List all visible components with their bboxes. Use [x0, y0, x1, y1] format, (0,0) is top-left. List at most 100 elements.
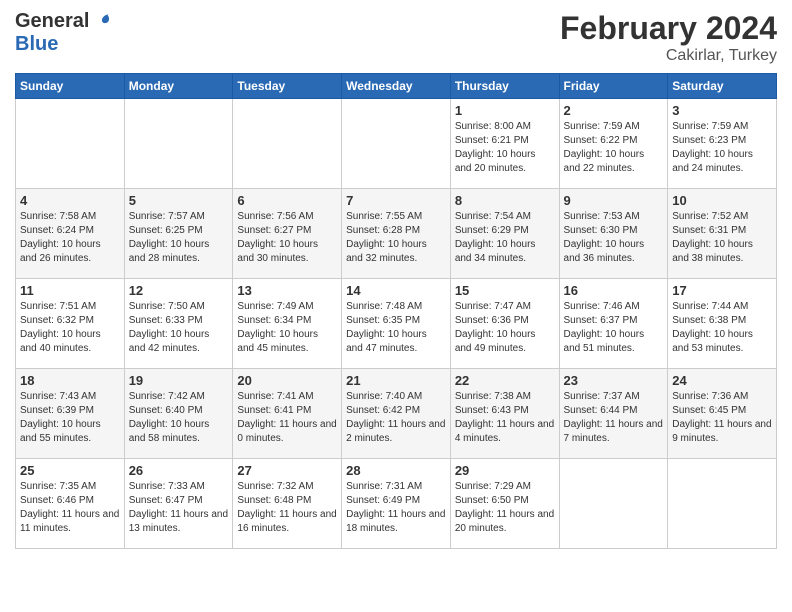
day-info: Sunrise: 7:38 AM Sunset: 6:43 PM Dayligh…	[455, 390, 555, 446]
table-row: 3 Sunrise: 7:59 AM Sunset: 6:23 PM Daylig…	[668, 99, 777, 189]
day-info: Sunrise: 7:59 AM Sunset: 6:23 PM Dayligh…	[672, 120, 772, 176]
calendar-table: Sunday Monday Tuesday Wednesday Thursday…	[15, 73, 777, 549]
table-row	[342, 99, 451, 189]
calendar-week-row: 25 Sunrise: 7:35 AM Sunset: 6:46 PM Dayli…	[16, 459, 777, 549]
table-row: 27 Sunrise: 7:32 AM Sunset: 6:48 PM Dayli…	[233, 459, 342, 549]
day-info: Sunrise: 7:33 AM Sunset: 6:47 PM Dayligh…	[129, 480, 229, 536]
logo-general-text: General	[15, 10, 89, 33]
day-number: 18	[20, 373, 120, 388]
day-number: 19	[129, 373, 229, 388]
table-row: 19 Sunrise: 7:42 AM Sunset: 6:40 PM Dayli…	[124, 369, 233, 459]
day-info: Sunrise: 7:43 AM Sunset: 6:39 PM Dayligh…	[20, 390, 120, 446]
table-row: 9Sunrise: 7:53 AM Sunset: 6:30 PM Daylig…	[559, 189, 668, 279]
day-number: 16	[564, 283, 664, 298]
location-subtitle: Cakirlar, Turkey	[560, 47, 777, 65]
table-row: 6Sunrise: 7:56 AM Sunset: 6:27 PM Daylig…	[233, 189, 342, 279]
table-row: 18 Sunrise: 7:43 AM Sunset: 6:39 PM Dayli…	[16, 369, 125, 459]
table-row: 26Sunrise: 7:33 AM Sunset: 6:47 PM Dayli…	[124, 459, 233, 549]
header-thursday: Thursday	[450, 74, 559, 99]
day-number: 1	[455, 103, 555, 118]
day-info: Sunrise: 7:46 AM Sunset: 6:37 PM Dayligh…	[564, 300, 664, 356]
table-row: 22Sunrise: 7:38 AM Sunset: 6:43 PM Dayli…	[450, 369, 559, 459]
table-row: 4 Sunrise: 7:58 AM Sunset: 6:24 PM Daylig…	[16, 189, 125, 279]
day-info: Sunrise: 7:49 AM Sunset: 6:34 PM Dayligh…	[237, 300, 337, 356]
calendar-header: Sunday Monday Tuesday Wednesday Thursday…	[16, 74, 777, 99]
table-row: 17 Sunrise: 7:44 AM Sunset: 6:38 PM Dayli…	[668, 279, 777, 369]
day-number: 8	[455, 193, 555, 208]
day-info: Sunrise: 7:41 AM Sunset: 6:41 PM Dayligh…	[237, 390, 337, 446]
title-section: February 2024 Cakirlar, Turkey	[560, 10, 777, 65]
table-row: 7Sunrise: 7:55 AM Sunset: 6:28 PM Daylig…	[342, 189, 451, 279]
table-row: 29 Sunrise: 7:29 AM Sunset: 6:50 PM Dayli…	[450, 459, 559, 549]
table-row: 1 Sunrise: 8:00 AM Sunset: 6:21 PM Daylig…	[450, 99, 559, 189]
day-number: 28	[346, 463, 446, 478]
day-info: Sunrise: 7:52 AM Sunset: 6:31 PM Dayligh…	[672, 210, 772, 266]
day-info: Sunrise: 7:51 AM Sunset: 6:32 PM Dayligh…	[20, 300, 120, 356]
day-number: 25	[20, 463, 120, 478]
day-number: 5	[129, 193, 229, 208]
calendar-week-row: 11Sunrise: 7:51 AM Sunset: 6:32 PM Dayli…	[16, 279, 777, 369]
day-number: 17	[672, 283, 772, 298]
day-number: 14	[346, 283, 446, 298]
logo: General Blue	[15, 10, 111, 56]
table-row	[668, 459, 777, 549]
day-info: Sunrise: 7:32 AM Sunset: 6:48 PM Dayligh…	[237, 480, 337, 536]
day-info: Sunrise: 8:00 AM Sunset: 6:21 PM Dayligh…	[455, 120, 555, 176]
day-number: 6	[237, 193, 337, 208]
day-number: 27	[237, 463, 337, 478]
header-friday: Friday	[559, 74, 668, 99]
calendar-week-row: 4 Sunrise: 7:58 AM Sunset: 6:24 PM Daylig…	[16, 189, 777, 279]
day-number: 12	[129, 283, 229, 298]
day-number: 24	[672, 373, 772, 388]
day-info: Sunrise: 7:42 AM Sunset: 6:40 PM Dayligh…	[129, 390, 229, 446]
day-info: Sunrise: 7:37 AM Sunset: 6:44 PM Dayligh…	[564, 390, 664, 446]
table-row	[16, 99, 125, 189]
table-row: 16 Sunrise: 7:46 AM Sunset: 6:37 PM Dayli…	[559, 279, 668, 369]
day-info: Sunrise: 7:57 AM Sunset: 6:25 PM Dayligh…	[129, 210, 229, 266]
day-info: Sunrise: 7:35 AM Sunset: 6:46 PM Dayligh…	[20, 480, 120, 536]
day-number: 29	[455, 463, 555, 478]
header-saturday: Saturday	[668, 74, 777, 99]
table-row: 24 Sunrise: 7:36 AM Sunset: 6:45 PM Dayli…	[668, 369, 777, 459]
table-row: 10 Sunrise: 7:52 AM Sunset: 6:31 PM Dayli…	[668, 189, 777, 279]
day-number: 15	[455, 283, 555, 298]
table-row	[124, 99, 233, 189]
day-info: Sunrise: 7:59 AM Sunset: 6:22 PM Dayligh…	[564, 120, 664, 176]
logo-bird-icon	[91, 12, 111, 32]
table-row	[233, 99, 342, 189]
day-info: Sunrise: 7:31 AM Sunset: 6:49 PM Dayligh…	[346, 480, 446, 536]
table-row: 28 Sunrise: 7:31 AM Sunset: 6:49 PM Dayli…	[342, 459, 451, 549]
header-monday: Monday	[124, 74, 233, 99]
page-header: General Blue February 2024 Cakirlar, Tur…	[15, 10, 777, 65]
day-number: 2	[564, 103, 664, 118]
day-number: 21	[346, 373, 446, 388]
table-row: 20Sunrise: 7:41 AM Sunset: 6:41 PM Dayli…	[233, 369, 342, 459]
day-number: 9	[564, 193, 664, 208]
day-info: Sunrise: 7:58 AM Sunset: 6:24 PM Dayligh…	[20, 210, 120, 266]
day-info: Sunrise: 7:29 AM Sunset: 6:50 PM Dayligh…	[455, 480, 555, 536]
day-info: Sunrise: 7:50 AM Sunset: 6:33 PM Dayligh…	[129, 300, 229, 356]
table-row: 25 Sunrise: 7:35 AM Sunset: 6:46 PM Dayli…	[16, 459, 125, 549]
table-row: 15 Sunrise: 7:47 AM Sunset: 6:36 PM Dayli…	[450, 279, 559, 369]
month-year-title: February 2024	[560, 10, 777, 47]
day-number: 10	[672, 193, 772, 208]
table-row: 23 Sunrise: 7:37 AM Sunset: 6:44 PM Dayli…	[559, 369, 668, 459]
day-info: Sunrise: 7:44 AM Sunset: 6:38 PM Dayligh…	[672, 300, 772, 356]
day-info: Sunrise: 7:36 AM Sunset: 6:45 PM Dayligh…	[672, 390, 772, 446]
table-row: 21 Sunrise: 7:40 AM Sunset: 6:42 PM Dayli…	[342, 369, 451, 459]
table-row: 12 Sunrise: 7:50 AM Sunset: 6:33 PM Dayli…	[124, 279, 233, 369]
header-wednesday: Wednesday	[342, 74, 451, 99]
table-row: 11Sunrise: 7:51 AM Sunset: 6:32 PM Dayli…	[16, 279, 125, 369]
day-number: 4	[20, 193, 120, 208]
table-row: 2 Sunrise: 7:59 AM Sunset: 6:22 PM Daylig…	[559, 99, 668, 189]
logo-blue-text: Blue	[15, 33, 58, 56]
header-sunday: Sunday	[16, 74, 125, 99]
day-info: Sunrise: 7:47 AM Sunset: 6:36 PM Dayligh…	[455, 300, 555, 356]
day-info: Sunrise: 7:54 AM Sunset: 6:29 PM Dayligh…	[455, 210, 555, 266]
table-row: 14 Sunrise: 7:48 AM Sunset: 6:35 PM Dayli…	[342, 279, 451, 369]
day-info: Sunrise: 7:40 AM Sunset: 6:42 PM Dayligh…	[346, 390, 446, 446]
header-tuesday: Tuesday	[233, 74, 342, 99]
day-number: 3	[672, 103, 772, 118]
day-info: Sunrise: 7:48 AM Sunset: 6:35 PM Dayligh…	[346, 300, 446, 356]
day-number: 23	[564, 373, 664, 388]
